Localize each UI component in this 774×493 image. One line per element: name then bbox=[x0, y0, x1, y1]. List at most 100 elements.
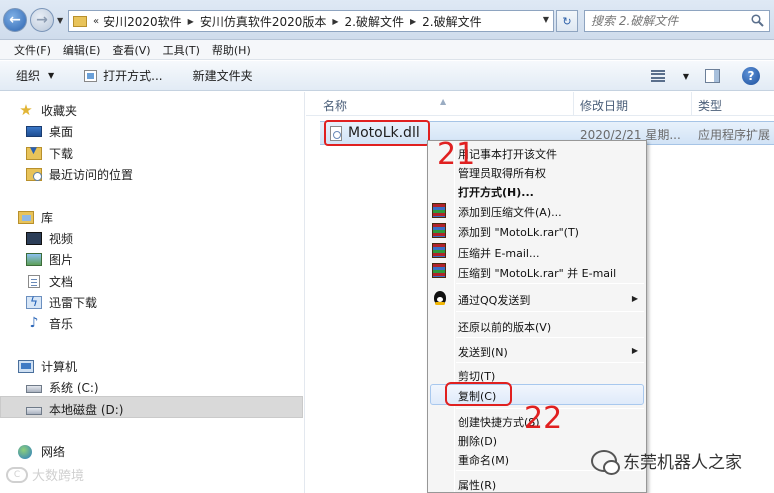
breadcrumb-item[interactable]: 安川仿真软件2020版本 bbox=[200, 13, 327, 30]
column-type[interactable]: 类型 bbox=[698, 97, 722, 114]
new-folder-button[interactable]: 新建文件夹 bbox=[193, 67, 253, 84]
nav-item-label: 音乐 bbox=[49, 317, 74, 331]
breadcrumb-separator-icon[interactable]: ▶ bbox=[188, 17, 194, 26]
watermark-left-text: 大数跨境 bbox=[32, 469, 85, 484]
watermark-right-text: 东莞机器人之家 bbox=[623, 453, 742, 473]
search-input[interactable] bbox=[591, 14, 741, 28]
refresh-button[interactable]: ↻ bbox=[556, 10, 578, 32]
nav-item-label: 图片 bbox=[49, 253, 74, 267]
menu-add-to-rar[interactable]: 添加到 "MotoLk.rar"(T) bbox=[458, 224, 579, 240]
file-name-highlight[interactable]: MotoLk.dll bbox=[324, 120, 430, 146]
menu-send-to[interactable]: 发送到(N) bbox=[458, 344, 508, 360]
nav-item-label: 系统 (C:) bbox=[49, 381, 99, 395]
menu-delete[interactable]: 删除(D) bbox=[458, 433, 497, 449]
winrar-icon bbox=[432, 223, 446, 238]
dll-file-icon bbox=[330, 125, 342, 141]
menu-properties[interactable]: 属性(R) bbox=[458, 477, 496, 493]
menu-separator bbox=[456, 311, 644, 312]
forward-arrow-icon: → bbox=[36, 12, 48, 28]
nav-item-downloads[interactable]: 下载 bbox=[26, 145, 73, 162]
column-modified[interactable]: 修改日期 bbox=[580, 97, 628, 114]
breadcrumb-overflow[interactable]: « bbox=[93, 16, 99, 27]
address-bar: ← → ▼ « 安川2020软件 ▶ 安川仿真软件2020版本 ▶ 2.破解文件… bbox=[0, 0, 774, 40]
nav-libraries[interactable]: 库 bbox=[18, 209, 53, 226]
menu-open-with[interactable]: 打开方式(H)... bbox=[458, 184, 534, 200]
menu-icon-gutter bbox=[454, 143, 455, 492]
nav-item-thunder-downloads[interactable]: 迅雷下载 bbox=[26, 294, 97, 311]
copy-highlight-box bbox=[445, 382, 512, 406]
command-bar: 组织 ▼ 打开方式... 新建文件夹 ▼ ? bbox=[0, 61, 774, 91]
chevron-down-icon: ▼ bbox=[48, 71, 55, 80]
menu-add-to-archive[interactable]: 添加到压缩文件(A)... bbox=[458, 204, 562, 220]
search-box[interactable] bbox=[584, 10, 770, 32]
pictures-library-icon bbox=[26, 253, 42, 266]
music-note-icon: ♪ bbox=[29, 315, 39, 331]
nav-item-videos[interactable]: 视频 bbox=[26, 230, 73, 247]
nav-item-label: 桌面 bbox=[49, 125, 74, 139]
open-with-label: 打开方式... bbox=[103, 69, 163, 83]
breadcrumb-item[interactable]: 2.破解文件 bbox=[422, 13, 481, 30]
change-view-icon[interactable] bbox=[650, 70, 665, 82]
nav-item-documents[interactable]: 文档 bbox=[26, 273, 73, 290]
nav-item-desktop[interactable]: 桌面 bbox=[26, 123, 73, 140]
recent-pages-dropdown-icon[interactable]: ▼ bbox=[57, 16, 63, 25]
menu-file[interactable]: 文件(F) bbox=[14, 42, 51, 58]
nav-favorites[interactable]: ★ 收藏夹 bbox=[18, 102, 77, 119]
breadcrumb-item[interactable]: 安川2020软件 bbox=[103, 13, 182, 30]
nav-computer[interactable]: 计算机 bbox=[18, 358, 77, 375]
nav-item-label: 迅雷下载 bbox=[49, 296, 98, 310]
menu-tools[interactable]: 工具(T) bbox=[163, 42, 200, 58]
menu-view[interactable]: 查看(V) bbox=[112, 42, 150, 58]
view-options-dropdown-icon[interactable]: ▼ bbox=[683, 72, 689, 81]
nav-favorites-label: 收藏夹 bbox=[41, 104, 78, 118]
breadcrumb[interactable]: « 安川2020软件 ▶ 安川仿真软件2020版本 ▶ 2.破解文件 ▶ 2.破… bbox=[68, 10, 554, 32]
file-type: 应用程序扩展 bbox=[698, 128, 771, 142]
column-divider[interactable] bbox=[691, 92, 692, 116]
address-dropdown-icon[interactable]: ▼ bbox=[543, 15, 549, 24]
nav-item-label: 文档 bbox=[49, 275, 74, 289]
menu-help[interactable]: 帮助(H) bbox=[212, 42, 251, 58]
nav-network[interactable]: 网络 bbox=[18, 443, 65, 460]
nav-item-recent[interactable]: 最近访问的位置 bbox=[26, 166, 133, 183]
submenu-arrow-icon: ▶ bbox=[631, 294, 638, 303]
menu-bar: 文件(F) 编辑(E) 查看(V) 工具(T) 帮助(H) bbox=[0, 40, 774, 60]
breadcrumb-item[interactable]: 2.破解文件 bbox=[345, 13, 404, 30]
nav-item-drive-d[interactable]: 本地磁盘 (D:) bbox=[26, 401, 123, 418]
column-name[interactable]: 名称 bbox=[323, 97, 347, 114]
menu-rename[interactable]: 重命名(M) bbox=[458, 452, 509, 468]
network-globe-icon bbox=[18, 444, 32, 459]
organize-label: 组织 bbox=[16, 69, 41, 83]
forward-button[interactable]: → bbox=[30, 8, 54, 32]
computer-icon bbox=[18, 360, 34, 373]
back-button[interactable]: ← bbox=[3, 8, 27, 32]
watermark-right: 东莞机器人之家 bbox=[591, 448, 742, 475]
winrar-icon bbox=[432, 263, 446, 278]
nav-item-label: 视频 bbox=[49, 232, 74, 246]
menu-compress-rar-email[interactable]: 压缩到 "MotoLk.rar" 并 E-mail bbox=[458, 265, 616, 281]
folder-icon bbox=[73, 15, 87, 27]
nav-item-pictures[interactable]: 图片 bbox=[26, 251, 73, 268]
menu-edit[interactable]: 编辑(E) bbox=[63, 42, 101, 58]
menu-separator bbox=[456, 337, 644, 338]
nav-item-music[interactable]: ♪ 音乐 bbox=[26, 315, 73, 332]
preview-pane-icon[interactable] bbox=[705, 69, 720, 83]
downloads-folder-icon bbox=[26, 146, 42, 160]
open-with-button[interactable]: 打开方式... bbox=[84, 67, 163, 84]
refresh-icon: ↻ bbox=[562, 14, 572, 28]
column-header: 名称 ▲ 修改日期 类型 bbox=[306, 92, 774, 116]
column-divider[interactable] bbox=[573, 92, 574, 116]
watermark-logo-icon: C bbox=[6, 466, 28, 483]
help-icon[interactable]: ? bbox=[742, 67, 760, 85]
local-disk-icon bbox=[26, 407, 42, 415]
desktop-icon bbox=[26, 126, 42, 137]
star-icon: ★ bbox=[19, 101, 33, 119]
breadcrumb-separator-icon[interactable]: ▶ bbox=[410, 17, 416, 26]
menu-restore-versions[interactable]: 还原以前的版本(V) bbox=[458, 319, 551, 335]
search-icon[interactable] bbox=[751, 14, 764, 27]
nav-network-label: 网络 bbox=[41, 445, 66, 459]
nav-item-drive-c[interactable]: 系统 (C:) bbox=[26, 379, 99, 396]
organize-button[interactable]: 组织 ▼ bbox=[16, 67, 54, 84]
menu-compress-email[interactable]: 压缩并 E-mail... bbox=[458, 245, 539, 261]
breadcrumb-separator-icon[interactable]: ▶ bbox=[332, 17, 338, 26]
menu-send-via-qq[interactable]: 通过QQ发送到 bbox=[458, 292, 530, 308]
